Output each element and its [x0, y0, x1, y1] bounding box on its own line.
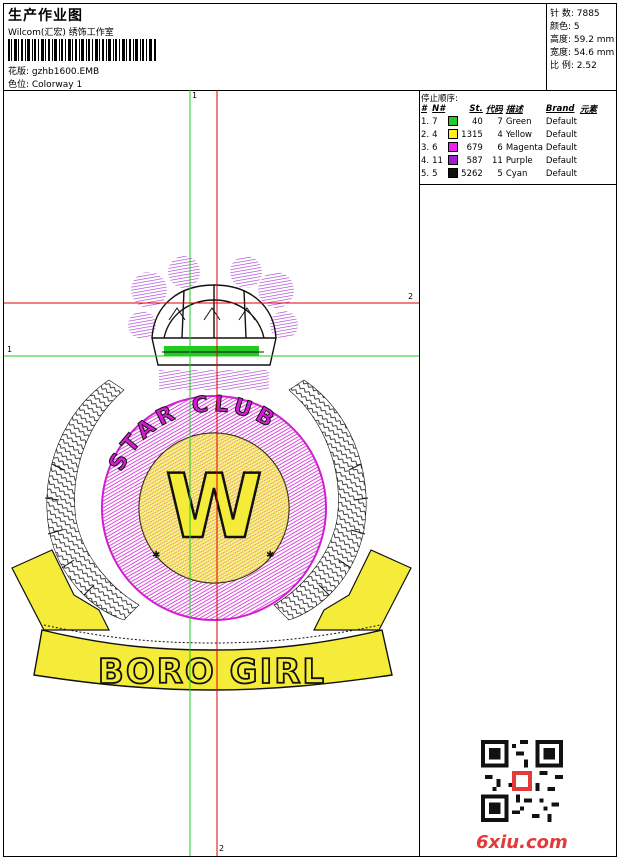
banner-text: BORO GIRL [98, 652, 326, 692]
guide-label-v2: 2 [219, 844, 225, 853]
design-filename: 花版: gzhb1600.EMB [8, 67, 100, 77]
svg-text:✱: ✱ [266, 550, 274, 561]
col-brand: Brand [545, 103, 575, 114]
row-desc: Yellow [505, 129, 532, 140]
row-stitches: 40 [471, 116, 483, 127]
row-desc: Magenta [505, 142, 543, 153]
row-needle: 11 [432, 155, 443, 166]
row-element [580, 128, 600, 141]
col-needle: N# [432, 103, 446, 114]
design-height: 高度: 59.2 mm [550, 35, 615, 45]
crown-plumes [128, 256, 298, 390]
row-desc: Purple [505, 155, 533, 166]
row-code: 11 [491, 155, 503, 166]
col-element: 元素 [579, 104, 597, 115]
stop-sequence-table: # N# St. 代码 描述 Brand 元素 1. 7 40 7 Green Defau… [421, 102, 600, 180]
col-desc: 描述 [505, 104, 523, 115]
row-index: 2. [421, 129, 430, 140]
row-needle: 5 [432, 168, 438, 179]
col-code: 代码 [485, 104, 503, 115]
scale-ratio: 比 例: 2.52 [550, 61, 597, 71]
row-code: 5 [497, 168, 503, 179]
table-row[interactable]: 1. 7 40 7 Green Default [421, 115, 600, 128]
col-index: # [421, 103, 427, 114]
sheet-header: 生产作业图 Wilcom(汇宏) 绣饰工作室 花版: gzhb1600.EMB … [4, 4, 546, 91]
qr-code-icon[interactable] [481, 740, 563, 822]
row-brand: Default [545, 168, 577, 179]
row-index: 5. [421, 168, 430, 179]
row-brand: Default [545, 116, 577, 127]
row-element [580, 167, 600, 180]
color-swatch [448, 129, 459, 140]
row-code: 6 [497, 142, 503, 153]
row-swatch [448, 115, 461, 128]
design-width: 宽度: 54.6 mm [550, 48, 615, 58]
table-header-row: # N# St. 代码 描述 Brand 元素 [421, 102, 600, 115]
svg-text:✱: ✱ [152, 550, 160, 561]
barcode-icon [8, 39, 156, 61]
guide-label-v1: 1 [192, 91, 198, 100]
crown-band [164, 346, 259, 356]
software-label: Wilcom(汇宏) 绣饰工作室 [8, 28, 114, 38]
row-index: 3. [421, 142, 430, 153]
table-row[interactable]: 3. 6 679 6 Magenta Default [421, 141, 600, 154]
color-swatch [448, 155, 459, 166]
col-stitches: St. [469, 103, 483, 114]
row-brand: Default [545, 129, 577, 140]
row-index: 4. [421, 155, 430, 166]
guide-label-h1: 1 [7, 345, 13, 354]
row-stitches: 1315 [461, 129, 483, 140]
row-stitches: 679 [466, 142, 483, 153]
col-swatch [448, 102, 461, 115]
row-needle: 7 [432, 116, 438, 127]
watermark-text: 6xiu.com [476, 832, 568, 853]
row-needle: 4 [432, 129, 438, 140]
embroidery-preview: STAR CLUB W ✱ ✱ BORO GIRL [4, 90, 419, 856]
row-desc: Green [505, 116, 532, 127]
table-row[interactable]: 4. 11 587 11 Purple Default [421, 154, 600, 167]
colorway-label: 色位: Colorway 1 [8, 80, 83, 90]
color-swatch [448, 168, 459, 179]
row-index: 1. [421, 116, 430, 127]
stitch-count: 针 数: 7885 [550, 9, 600, 19]
center-letter: W [165, 455, 262, 558]
row-code: 7 [497, 116, 503, 127]
row-stitches: 587 [466, 155, 483, 166]
row-element [580, 154, 600, 167]
row-element [580, 141, 600, 154]
color-count: 颜色: 5 [550, 22, 580, 32]
color-swatch [448, 142, 459, 153]
row-swatch [448, 128, 461, 141]
color-swatch [448, 116, 459, 127]
table-row[interactable]: 5. 5 5262 5 Cyan Default [421, 167, 600, 180]
row-swatch [448, 167, 461, 180]
row-brand: Default [545, 142, 577, 153]
guide-label-h2: 2 [408, 292, 414, 301]
design-canvas[interactable]: STAR CLUB W ✱ ✱ BORO GIRL 1 2 1 2 [4, 90, 420, 856]
row-stitches: 5262 [461, 168, 483, 179]
page-title: 生产作业图 [8, 8, 83, 24]
row-brand: Default [545, 155, 577, 166]
stop-sequence-panel: 停止顺序: # N# St. 代码 描述 Brand 元素 1. 7 40 7 Gree… [419, 90, 616, 856]
row-element [580, 115, 600, 128]
table-row[interactable]: 2. 4 1315 4 Yellow Default [421, 128, 600, 141]
panel-divider [419, 184, 616, 185]
row-swatch [448, 141, 461, 154]
production-sheet: 生产作业图 Wilcom(汇宏) 绣饰工作室 花版: gzhb1600.EMB … [3, 3, 617, 857]
row-swatch [448, 154, 461, 167]
design-specs: 针 数: 7885 颜色: 5 高度: 59.2 mm 宽度: 54.6 mm … [546, 4, 617, 91]
row-desc: Cyan [505, 168, 528, 179]
row-needle: 6 [432, 142, 438, 153]
row-code: 4 [497, 129, 503, 140]
